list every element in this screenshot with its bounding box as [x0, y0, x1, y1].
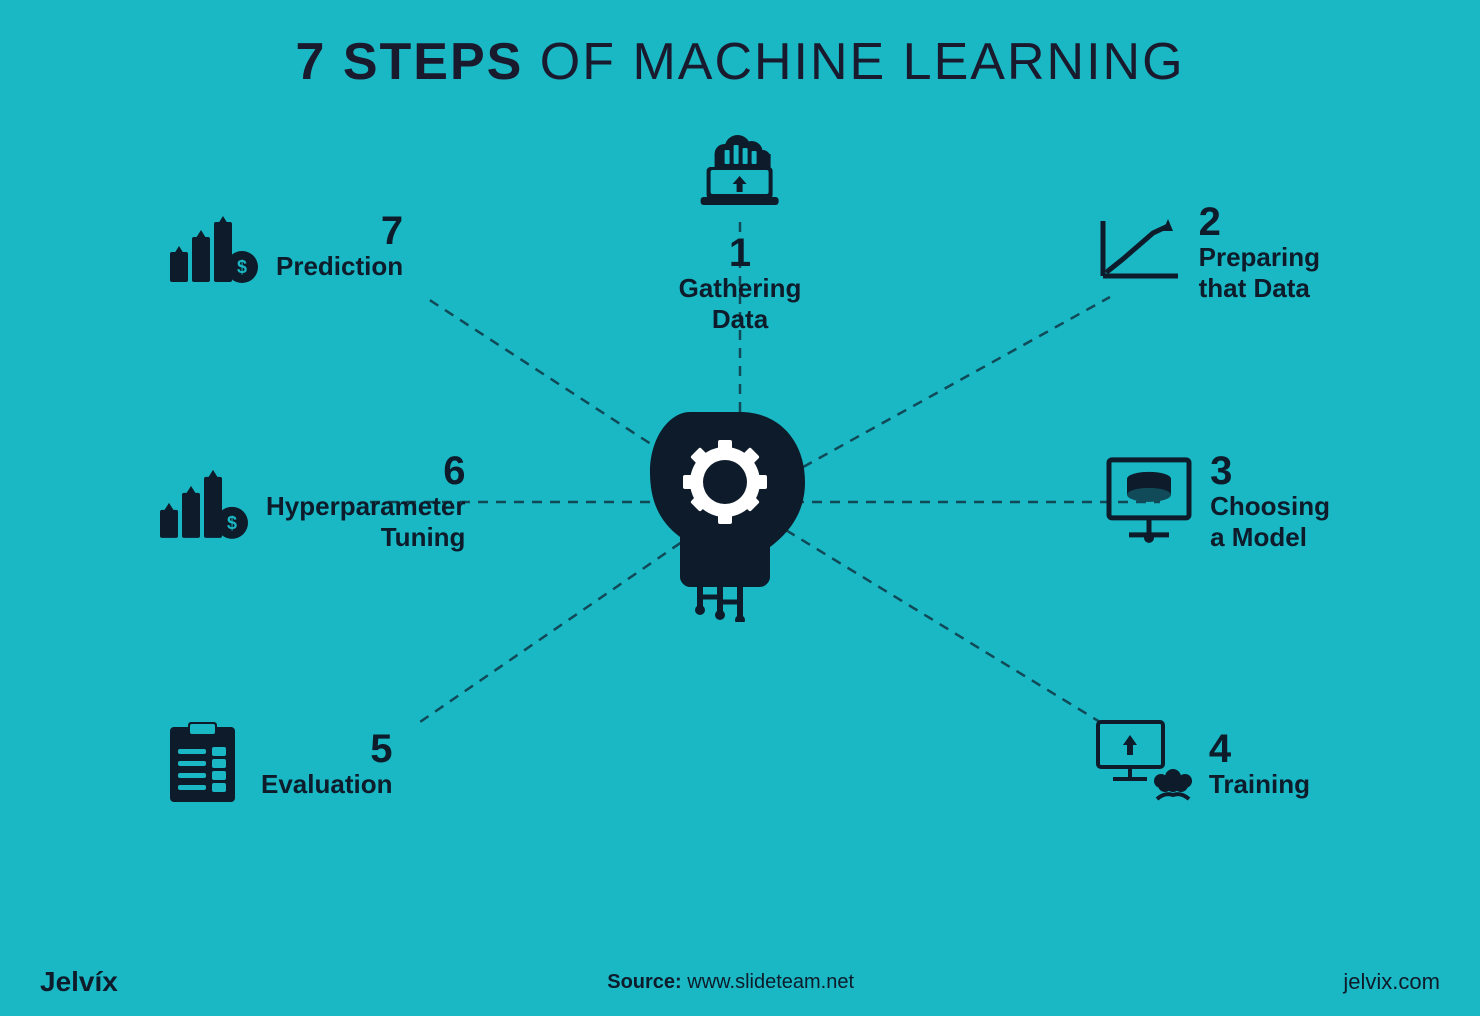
step-1-icon — [695, 122, 785, 217]
step-2-text: 2 Preparingthat Data — [1199, 202, 1320, 304]
step-7-icon: $ — [160, 202, 260, 292]
hyperparameter-icon: $ — [150, 455, 250, 545]
step-4-label: Training — [1209, 769, 1310, 800]
step-3-text: 3 Choosinga Model — [1210, 451, 1330, 553]
step-1: 1 GatheringData — [679, 122, 802, 335]
step-6-icon: $ — [150, 455, 250, 550]
step-7-label: Prediction — [276, 251, 403, 282]
step-5-icon — [160, 717, 245, 812]
title-normal: OF MACHINE LEARNING — [523, 33, 1184, 91]
choosing-model-icon — [1104, 455, 1194, 545]
step-6-text: 6 HyperparameterTuning — [266, 451, 465, 553]
brain-center-icon — [630, 382, 850, 622]
footer: Jelvíx Source: www.slideteam.net jelvix.… — [0, 966, 1480, 998]
gathering-data-icon — [695, 122, 785, 212]
step-7: 7 Prediction $ — [160, 202, 403, 292]
footer-brand: Jelvíx — [40, 966, 118, 998]
brand-ix: íx — [95, 966, 118, 997]
diagram-area: 1 GatheringData 2 Preparingtha — [140, 112, 1340, 892]
page-wrapper: 7 STEPS OF MACHINE LEARNING — [0, 0, 1480, 1016]
step-6-label: HyperparameterTuning — [266, 491, 465, 553]
step-7-number: 7 — [381, 211, 403, 251]
step-1-number: 1 — [729, 233, 751, 273]
step-2: 2 Preparingthat Data — [1093, 202, 1320, 304]
page-title: 7 STEPS OF MACHINE LEARNING — [295, 32, 1184, 92]
evaluation-icon — [160, 717, 245, 807]
svg-text:$: $ — [227, 513, 237, 533]
ai-brain-svg — [630, 382, 850, 622]
title-bold: 7 STEPS — [295, 33, 523, 91]
footer-source: Source: www.slideteam.net — [607, 971, 854, 994]
training-icon — [1093, 717, 1193, 807]
brand-lv: lv — [71, 966, 94, 997]
step-2-label: Preparingthat Data — [1199, 242, 1320, 304]
step-4-text: 4 Training — [1209, 729, 1310, 800]
step-6-number: 6 — [443, 451, 465, 491]
step-4-number: 4 — [1209, 729, 1310, 769]
step-5-label: Evaluation — [261, 769, 392, 800]
step-3-label: Choosinga Model — [1210, 491, 1330, 553]
step-3: 3 Choosinga Model — [1104, 451, 1330, 553]
step-5: 5 Evaluation — [160, 717, 392, 812]
step-5-number: 5 — [370, 729, 392, 769]
source-label: Source: — [607, 971, 681, 993]
step-3-number: 3 — [1210, 451, 1330, 491]
step-4: 4 Training — [1093, 717, 1310, 812]
step-1-label: GatheringData — [679, 273, 802, 335]
step-1-text: 1 GatheringData — [679, 233, 802, 335]
source-url-text: www.slideteam.net — [687, 971, 854, 993]
step-3-icon — [1104, 455, 1194, 550]
preparing-data-icon — [1093, 211, 1183, 291]
step-6: 6 HyperparameterTuning $ — [150, 451, 465, 553]
brand-je: Je — [40, 966, 71, 997]
svg-text:$: $ — [237, 257, 247, 277]
step-4-icon — [1093, 717, 1193, 812]
prediction-icon: $ — [160, 202, 260, 287]
step-5-text: 5 Evaluation — [261, 729, 392, 800]
step-2-icon — [1093, 211, 1183, 296]
step-7-text: 7 Prediction — [276, 211, 403, 282]
step-2-number: 2 — [1199, 202, 1320, 242]
footer-url: jelvix.com — [1343, 969, 1440, 995]
